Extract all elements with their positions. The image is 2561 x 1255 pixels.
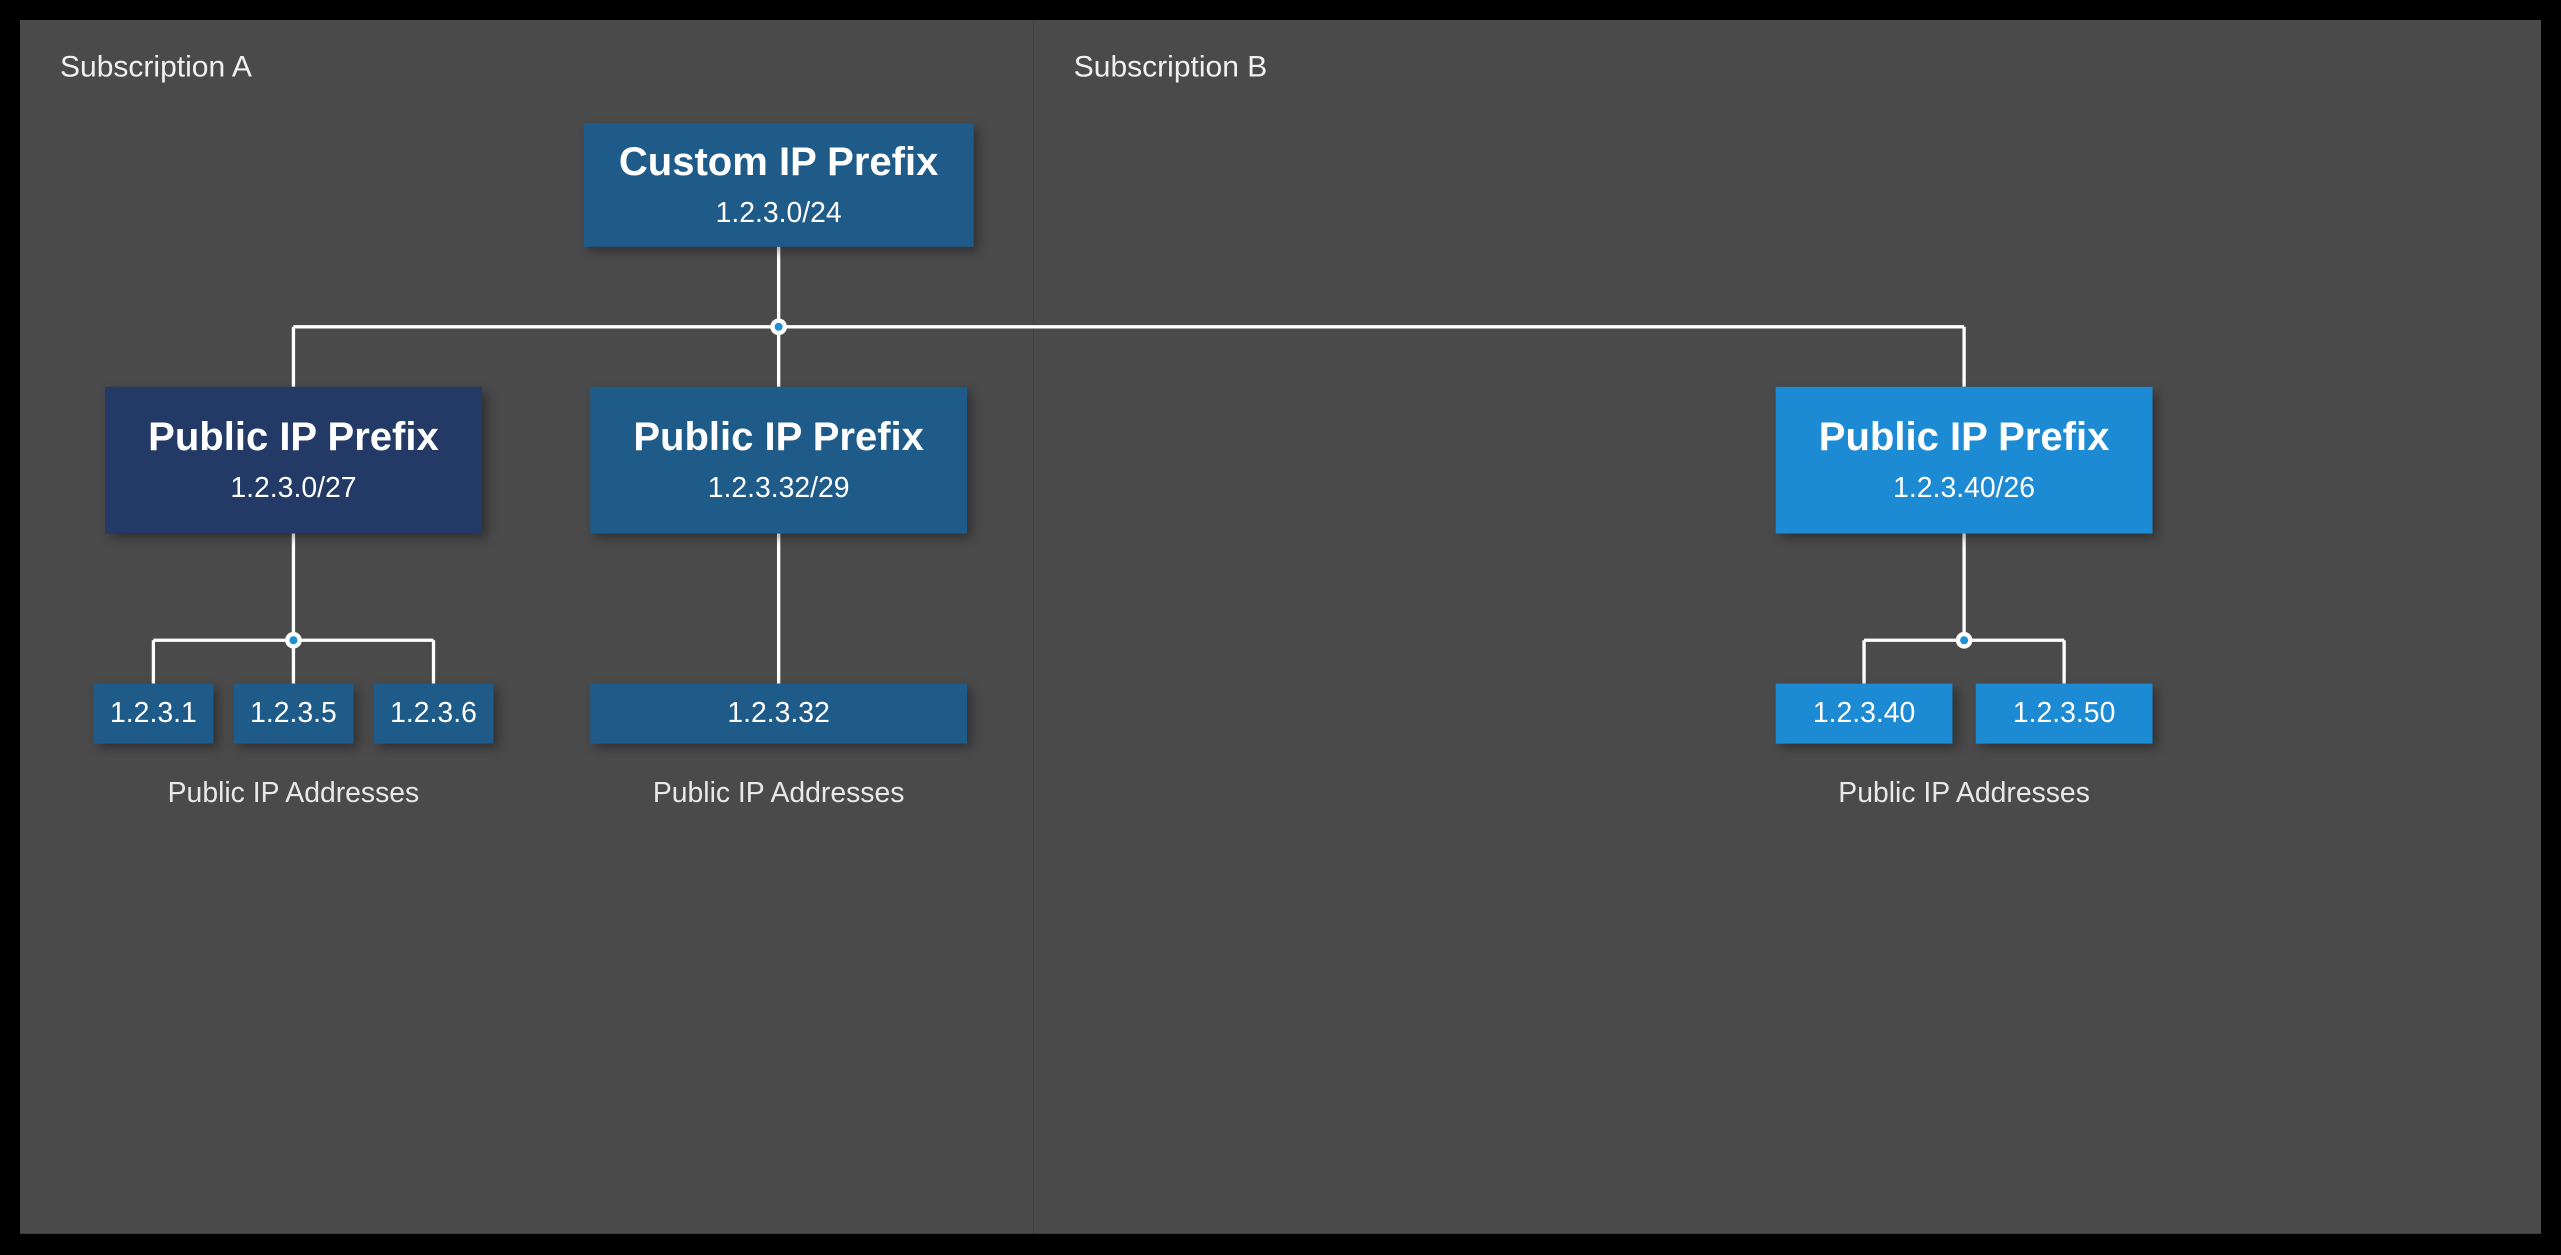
ip-address-box: 1.2.3.1 [93, 684, 213, 744]
public-ip-prefix-3-box: Public IP Prefix 1.2.3.40/26 [1776, 387, 2153, 534]
ip-address-box: 1.2.3.50 [1976, 684, 2153, 744]
public-ip-prefix-2-title: Public IP Prefix [633, 414, 924, 462]
subscription-b-panel: Subscription B [1034, 20, 2541, 1234]
public-ip-prefix-2-box: Public IP Prefix 1.2.3.32/29 [590, 387, 967, 534]
public-ip-prefix-2-cidr: 1.2.3.32/29 [708, 473, 850, 506]
ip-address-box: 1.2.3.5 [233, 684, 353, 744]
public-ip-addresses-caption: Public IP Addresses [77, 777, 511, 810]
ip-address-box: 1.2.3.32 [590, 684, 967, 744]
public-ip-prefix-1-title: Public IP Prefix [148, 414, 439, 462]
custom-ip-prefix-title: Custom IP Prefix [619, 139, 938, 187]
ip-address-box: 1.2.3.40 [1776, 684, 1953, 744]
subscription-a-title: Subscription A [60, 50, 252, 85]
public-ip-prefix-1-box: Public IP Prefix 1.2.3.0/27 [105, 387, 482, 534]
public-ip-prefix-1-cidr: 1.2.3.0/27 [230, 473, 356, 506]
subscription-b-title: Subscription B [1074, 50, 1268, 85]
public-ip-addresses-caption: Public IP Addresses [562, 777, 996, 810]
public-ip-prefix-3-title: Public IP Prefix [1819, 414, 2110, 462]
custom-ip-prefix-cidr: 1.2.3.0/24 [716, 197, 842, 230]
public-ip-addresses-caption: Public IP Addresses [1747, 777, 2181, 810]
ip-address-box: 1.2.3.6 [373, 684, 493, 744]
public-ip-prefix-3-cidr: 1.2.3.40/26 [1893, 473, 2035, 506]
custom-ip-prefix-box: Custom IP Prefix 1.2.3.0/24 [584, 123, 974, 246]
